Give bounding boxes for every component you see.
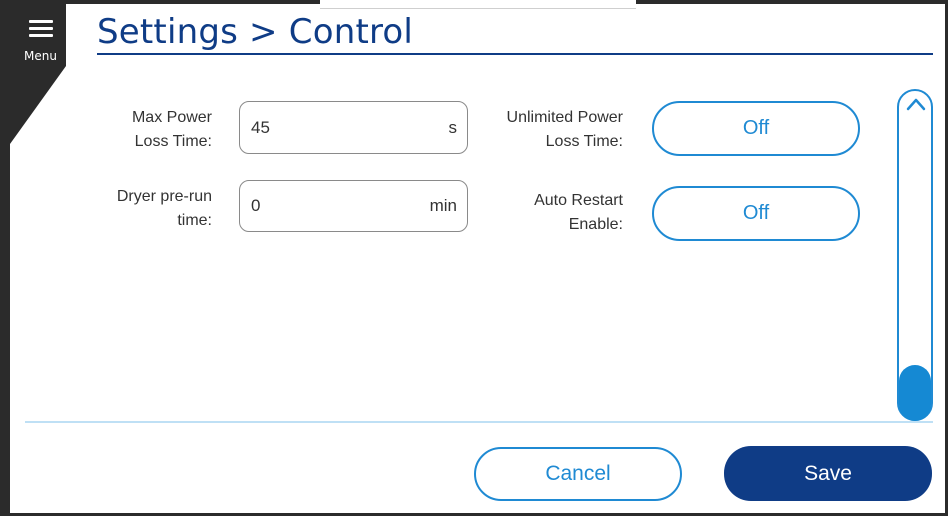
label-line: Dryer pre-run (116, 188, 212, 205)
label-line: Loss Time: (545, 133, 623, 150)
label-line: Enable: (568, 216, 623, 233)
input-unit: s (448, 117, 458, 137)
dryer-pre-run-time-label: Dryer pre-run time: (82, 185, 212, 233)
menu-label: Menu (24, 49, 57, 63)
scrollbar-thumb[interactable] (899, 365, 931, 421)
scrollbar[interactable] (897, 89, 933, 421)
label-line: Max Power (131, 109, 212, 126)
auto-restart-enable-toggle[interactable]: Off (652, 186, 860, 241)
max-power-loss-time-label: Max Power Loss Time: (92, 106, 212, 154)
screen-frame-notch (320, 0, 636, 9)
save-button[interactable]: Save (724, 446, 932, 501)
screen-frame-left (0, 0, 10, 516)
input-unit: min (429, 196, 457, 215)
max-power-loss-time-input[interactable]: 45 s (239, 101, 468, 154)
chevron-up-icon[interactable] (906, 97, 926, 111)
input-value: 0 (251, 196, 261, 215)
dryer-pre-run-time-input[interactable]: 0 min (239, 180, 468, 232)
unlimited-power-loss-time-toggle[interactable]: Off (652, 101, 860, 156)
unlimited-power-loss-time-label: Unlimited Power Loss Time: (468, 106, 623, 154)
label-line: Loss Time: (134, 133, 212, 150)
hamburger-menu-icon (29, 20, 53, 44)
title-divider (97, 53, 933, 55)
label-line: Auto Restart (534, 192, 623, 209)
menu-button[interactable]: Menu (10, 4, 66, 144)
auto-restart-enable-label: Auto Restart Enable: (488, 189, 623, 237)
cancel-button[interactable]: Cancel (474, 447, 682, 501)
input-value: 45 (251, 117, 270, 137)
page-title: Settings > Control (97, 12, 414, 52)
label-line: Unlimited Power (506, 109, 623, 126)
label-line: time: (177, 212, 212, 229)
footer-divider (25, 421, 933, 423)
